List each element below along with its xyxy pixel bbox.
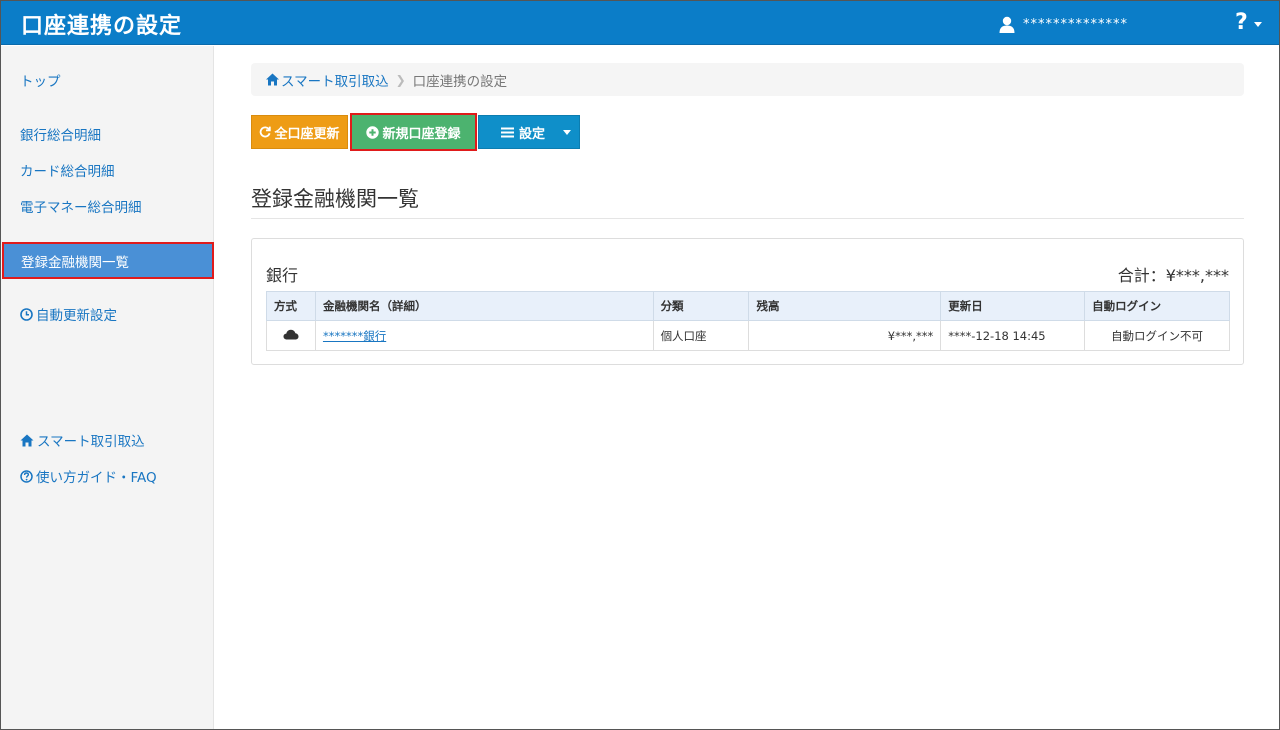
sidebar-item-bank-details[interactable]: 銀行総合明細 — [20, 124, 101, 144]
refresh-all-label: 全口座更新 — [274, 126, 340, 142]
refresh-all-button[interactable]: 全口座更新 — [251, 115, 348, 149]
sidebar-item-guide-faq[interactable]: 使い方ガイド・FAQ — [20, 466, 157, 486]
column-header: 金融機関名（詳細） — [314, 291, 654, 321]
sidebar: トップ 銀行総合明細 カード総合明細 電子マネー総合明細 登録金融機関一覧 自動… — [1, 46, 214, 729]
sidebar-item-label: カード総合明細 — [20, 164, 115, 180]
divider — [251, 218, 1244, 219]
category-cell: 個人口座 — [652, 320, 750, 351]
sidebar-item-label: 自動更新設定 — [36, 308, 117, 324]
breadcrumb-link-smart-import[interactable]: スマート取引取込 — [265, 70, 389, 90]
settings-dropdown-button[interactable]: 設定 — [478, 115, 580, 149]
bank-panel: 銀行 合計：¥***,*** 方式 金融機関名（詳細） 分類 残高 更新日 自動… — [251, 238, 1244, 365]
sidebar-item-auto-update[interactable]: 自動更新設定 — [20, 304, 117, 324]
add-account-label: 新規口座登録 — [382, 126, 461, 142]
sidebar-item-label: 使い方ガイド・FAQ — [36, 470, 157, 486]
cloud-icon — [283, 329, 299, 339]
column-header: 分類 — [652, 291, 750, 321]
panel-total: 合計：¥***,*** — [1117, 266, 1229, 285]
column-header: 残高 — [748, 291, 942, 321]
column-header: 更新日 — [940, 291, 1086, 321]
column-header: 自動ログイン — [1084, 291, 1230, 321]
help-menu[interactable]: ? — [1235, 10, 1262, 35]
app-header: 口座連携の設定 ************** ? — [1, 1, 1279, 45]
auto-login-cell: 自動ログイン不可 — [1084, 320, 1230, 351]
refresh-icon — [260, 126, 272, 138]
user-name: ************** — [1023, 16, 1128, 32]
sidebar-item-label: トップ — [20, 74, 61, 90]
sidebar-item-institutions[interactable]: 登録金融機関一覧 — [2, 242, 214, 279]
page-title: 口座連携の設定 — [21, 14, 183, 39]
sidebar-item-top[interactable]: トップ — [20, 70, 61, 90]
plus-circle-icon — [366, 125, 380, 139]
panel-title: 銀行 — [266, 266, 299, 285]
sidebar-item-card-details[interactable]: カード総合明細 — [20, 160, 115, 180]
home-icon — [266, 73, 279, 86]
breadcrumb-separator-icon: ❯ — [395, 72, 406, 87]
column-header: 方式 — [266, 291, 316, 321]
sidebar-item-label: 登録金融機関一覧 — [21, 254, 129, 271]
window: 口座連携の設定 ************** ? トップ 銀行総合明細 カード総… — [0, 0, 1280, 730]
settings-label: 設定 — [519, 126, 546, 142]
table-header-row: 方式 金融機関名（詳細） 分類 残高 更新日 自動ログイン — [266, 291, 1230, 321]
home-icon — [20, 434, 34, 446]
updated-cell: ****-12-18 14:45 — [940, 320, 1086, 351]
breadcrumb-link-label: スマート取引取込 — [281, 73, 389, 90]
user-menu[interactable]: ************** — [999, 13, 1128, 35]
sidebar-item-emoney-details[interactable]: 電子マネー総合明細 — [20, 196, 142, 216]
clock-icon — [20, 307, 33, 321]
help-icon: ? — [1235, 10, 1248, 35]
section-title: 登録金融機関一覧 — [251, 187, 419, 211]
user-icon — [999, 16, 1015, 33]
method-cell — [266, 320, 316, 351]
institution-name-cell: *******銀行 — [314, 320, 654, 351]
breadcrumb: スマート取引取込 ❯ 口座連携の設定 — [251, 63, 1244, 96]
menu-icon — [501, 127, 514, 137]
accounts-table: 方式 金融機関名（詳細） 分類 残高 更新日 自動ログイン *******銀行 … — [266, 291, 1230, 351]
balance-cell: ¥***,*** — [748, 320, 942, 351]
institution-link[interactable]: *******銀行 — [323, 329, 386, 343]
sidebar-item-smart-import[interactable]: スマート取引取込 — [20, 430, 145, 450]
chevron-down-icon — [563, 129, 572, 135]
chevron-down-icon — [1253, 22, 1262, 27]
add-account-button[interactable]: 新規口座登録 — [350, 113, 477, 151]
sidebar-item-label: スマート取引取込 — [37, 434, 145, 450]
sidebar-item-label: 電子マネー総合明細 — [20, 200, 142, 216]
question-circle-icon — [20, 469, 33, 483]
sidebar-item-label: 銀行総合明細 — [20, 128, 101, 144]
table-row: *******銀行 個人口座 ¥***,*** ****-12-18 14:45… — [266, 320, 1230, 351]
breadcrumb-current: 口座連携の設定 — [412, 73, 508, 90]
